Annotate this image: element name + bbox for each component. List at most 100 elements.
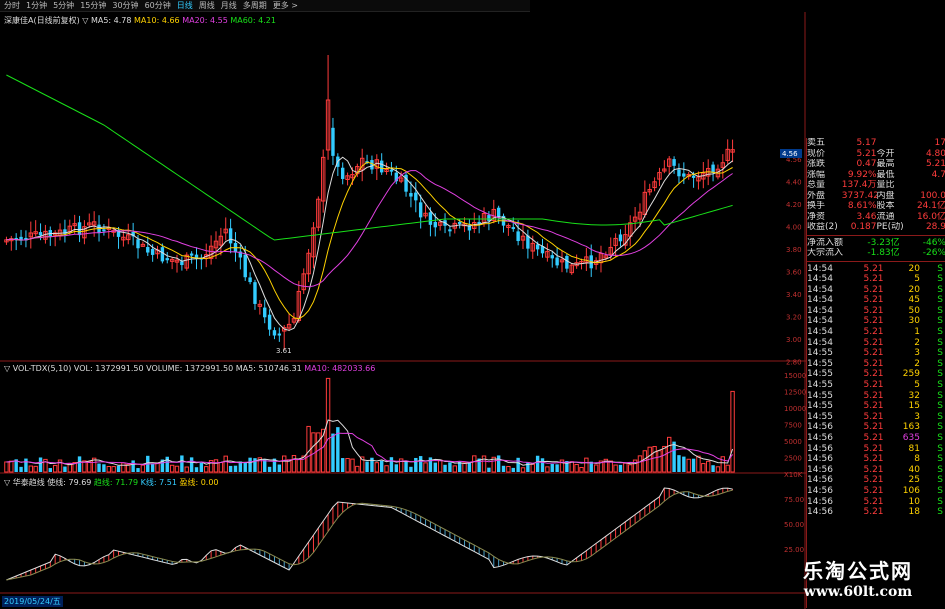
candle-body [146,247,150,253]
candle-body [677,169,681,177]
price-tick-label: 3.40 [786,291,802,299]
volume-bar [579,466,584,473]
quote-cell-b: 137.4万 [841,180,877,190]
volume-bar [189,457,194,472]
volume-bar [77,456,82,472]
volume-bar [243,462,247,472]
candle-body [487,215,491,221]
volume-bar [715,466,721,473]
candle-body [511,227,515,230]
volume-bar [204,466,209,473]
volume-bar [452,465,457,473]
volume-bar [730,390,735,473]
tick-cell-p: 5.21 [863,390,884,401]
flow-cell-c: -46% [922,237,945,248]
volume-bar [472,455,477,473]
volume-bar [306,425,311,473]
date-label: 2019/05/24/五 [2,596,63,607]
volume-bar [423,462,428,473]
volume-bar [496,455,501,472]
volume-bar [165,456,169,472]
tick-cell-v: 20 [908,284,920,295]
tick-cell-s: S [937,485,943,496]
price-tick-label: 3.80 [786,246,802,254]
volume-bar [24,458,28,472]
tick-cell-p: 5.21 [863,464,884,475]
candle-body [409,193,413,197]
tick-cell-v: 10 [908,496,920,507]
candle-body [618,234,623,242]
tick-list[interactable]: 14:54 5.21 20 S 14:54 5.21 5 S 14:54 5.21 20 S 14:54… [807,264,945,518]
volume-bar [199,462,204,472]
tick-cell-s: S [937,433,943,443]
candle-body [550,255,554,259]
candle-body [77,222,82,236]
volume-bar [696,455,701,473]
candle-body [228,228,233,244]
quote-cell-b: 5.21 [856,148,877,159]
tick-cell-s: S [937,464,943,475]
candle-body [277,333,282,336]
quote-cell-c: 流通 [876,211,895,222]
tick-cell-v: 163 [902,422,920,433]
tick-row: 14:54 5.21 5 S [807,274,945,285]
tick-cell-s: S [937,411,943,422]
tick-cell-s: S [937,454,943,465]
volume-bar [355,465,360,473]
candle-body [414,192,418,201]
candle-body [253,282,257,304]
quote-cell-b: 0.187 [850,222,877,232]
tick-row: 14:56 5.21 106 S [807,486,945,497]
price-tick-label: 3.00 [786,336,802,344]
volume-bar [637,455,643,473]
tick-cell-t: 14:54 [807,316,833,327]
kline-chart[interactable]: 4.56 4.40 4.20 4.00 3.80 3.60 3.40 3.20 3.00 2.80… [0,0,806,609]
tick-cell-p: 5.21 [863,454,884,465]
tick-cell-v: 3 [914,348,920,359]
candle-body [496,207,501,218]
candle-body [565,255,569,269]
tick-cell-t: 14:56 [807,454,833,465]
flow-cell-a: 净流入额 [807,237,844,248]
quote-cell-a: 涨幅 [807,169,826,180]
candle-body [165,258,169,261]
volume-bar [121,462,126,473]
volume-bar [116,465,121,472]
quote-cell-d: 28.9 [925,222,945,232]
tick-cell-p: 5.21 [863,337,884,348]
volume-bar [184,466,189,473]
tick-row: 14:56 5.21 18 S [807,507,945,518]
quote-cell-c: PE(动) [876,222,904,232]
quote-cell-a: 净资 [807,211,826,222]
tick-row: 14:54 5.21 20 S [807,285,945,296]
candle-body [457,221,462,224]
tick-cell-p: 5.21 [863,411,884,422]
tick-cell-t: 14:56 [807,443,833,454]
tick-row: 14:56 5.21 8 S [807,454,945,465]
volume-bar [63,466,67,472]
candle-body [418,202,423,218]
tick-cell-v: 2 [914,337,920,348]
candle-body [691,175,696,178]
candle-body [672,159,676,166]
volume-bar [38,457,43,472]
tick-cell-p: 5.21 [863,358,884,369]
tick-row: 14:56 5.21 81 S [807,444,945,455]
quote-cell-d: 100.0 [920,190,945,201]
candle-body [136,239,140,249]
volume-tick-label: X10K [784,471,803,479]
candle-body [379,160,384,173]
price-tick-label: 2.80 [786,359,802,367]
candle-body [682,173,686,177]
tick-cell-t: 14:56 [807,496,833,507]
tick-cell-s: S [937,263,943,274]
volume-tick-label: 12500 [784,389,806,397]
indicator-tick-label: 25.00 [784,546,804,554]
candle-body [189,253,194,256]
quote-cell-a: 收益(2) [807,222,838,232]
volume-bar [705,460,711,473]
quote-cell-b: 0.47 [856,159,877,169]
tick-cell-s: S [937,496,943,507]
quote-cell-b: 3737.42 [841,190,877,201]
tick-row: 14:56 5.21 40 S [807,465,945,476]
